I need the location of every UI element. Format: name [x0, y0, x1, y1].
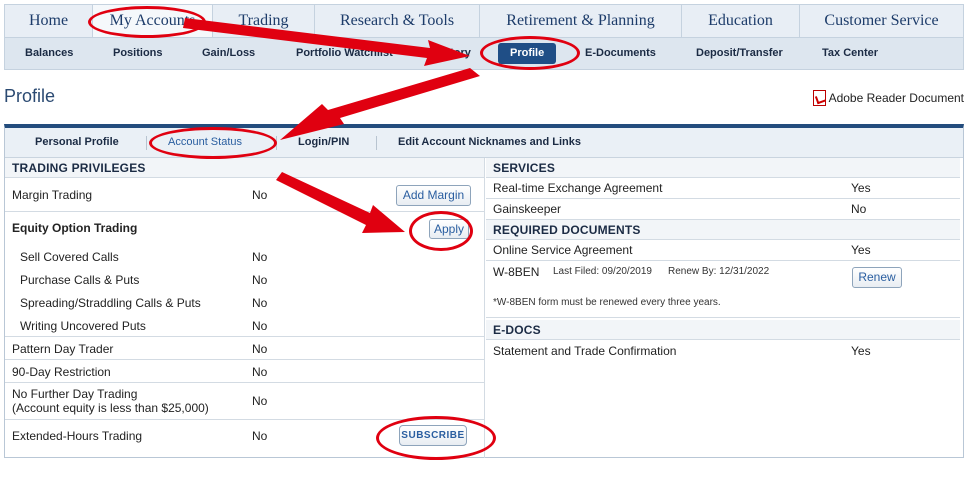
adobe-reader-link[interactable]: Adobe Reader Document [812, 90, 964, 106]
ninety-day-value: No [252, 365, 268, 379]
renew-button[interactable]: Renew [852, 267, 902, 288]
apply-button[interactable]: Apply [429, 219, 469, 239]
ninety-day-label: 90-Day Restriction [12, 365, 111, 379]
section-heading-e-docs: E-DOCS [486, 320, 960, 340]
edocs-value: Yes [851, 344, 871, 358]
row-w8ben: W-8BEN Last Filed: 09/20/2019 Renew By: … [486, 261, 960, 318]
section-heading-trading-privileges: TRADING PRIVILEGES [5, 158, 484, 178]
row-statement-trade-confirmation: Statement and Trade Confirmation Yes [486, 340, 960, 361]
w8ben-note: *W-8BEN form must be renewed every three… [493, 297, 721, 308]
main-nav-home[interactable]: Home [5, 5, 93, 37]
margin-value: No [252, 188, 268, 202]
online-service-value: Yes [851, 243, 871, 257]
row-90-day-restriction: 90-Day Restriction No [5, 360, 484, 383]
row-pattern-day-trader: Pattern Day Trader No [5, 337, 484, 360]
service-label: Real-time Exchange Agreement [493, 181, 663, 195]
main-nav-research-tools[interactable]: Research & Tools [315, 5, 480, 37]
row-equity-option-trading: Equity Option Trading Apply Sell Covered… [5, 212, 484, 337]
sub-nav-history[interactable]: History [433, 38, 471, 69]
add-margin-button[interactable]: Add Margin [396, 185, 471, 206]
tab-divider [276, 136, 277, 150]
no-further-value: No [252, 394, 268, 408]
option-item-label: Writing Uncovered Puts [20, 319, 146, 333]
option-item-value: No [252, 273, 268, 287]
pdf-icon [812, 90, 826, 106]
sub-nav-gain-loss[interactable]: Gain/Loss [202, 38, 255, 69]
profile-panel: Personal Profile Account Status Login/PI… [4, 124, 964, 458]
pattern-day-value: No [252, 342, 268, 356]
main-nav-my-accounts[interactable]: My Accounts [93, 5, 213, 37]
equity-option-label: Equity Option Trading [12, 221, 138, 235]
tab-personal-profile[interactable]: Personal Profile [35, 128, 119, 157]
main-nav-trading[interactable]: Trading [213, 5, 315, 37]
extended-hours-value: No [252, 429, 268, 443]
w8ben-label: W-8BEN [493, 265, 540, 279]
main-nav: Home My Accounts Trading Research & Tool… [4, 4, 964, 37]
profile-tabs: Personal Profile Account Status Login/PI… [5, 128, 963, 158]
sub-nav-deposit-transfer[interactable]: Deposit/Transfer [696, 38, 783, 69]
sub-nav: Balances Positions Gain/Loss Portfolio W… [4, 37, 964, 70]
service-label: Gainskeeper [493, 202, 562, 216]
row-gainskeeper: Gainskeeper No [486, 199, 960, 220]
extended-hours-label: Extended-Hours Trading [12, 429, 143, 443]
pattern-day-label: Pattern Day Trader [12, 342, 114, 356]
option-item-label: Sell Covered Calls [20, 250, 119, 264]
sub-nav-e-documents[interactable]: E-Documents [585, 38, 656, 69]
option-item-value: No [252, 319, 268, 333]
section-heading-services: SERVICES [486, 158, 960, 178]
row-online-service-agreement: Online Service Agreement Yes [486, 240, 960, 261]
tab-account-status[interactable]: Account Status [168, 128, 242, 157]
no-further-label: No Further Day Trading [12, 387, 138, 401]
sub-nav-tax-center[interactable]: Tax Center [822, 38, 878, 69]
row-extended-hours-trading: Extended-Hours Trading No SUBSCRIBE [5, 420, 484, 452]
sub-nav-portfolio-watchlist[interactable]: Portfolio Watchlist [296, 38, 393, 69]
service-value: No [851, 202, 867, 216]
option-item-label: Spreading/Straddling Calls & Puts [20, 296, 201, 310]
option-item-value: No [252, 296, 268, 310]
subscribe-button[interactable]: SUBSCRIBE [399, 425, 467, 446]
right-column: SERVICES Real-time Exchange Agreement Ye… [486, 158, 960, 458]
w8ben-renew-by: Renew By: 12/31/2022 [668, 266, 770, 277]
row-real-time-exchange: Real-time Exchange Agreement Yes [486, 178, 960, 199]
sub-nav-positions[interactable]: Positions [113, 38, 163, 69]
sub-nav-profile[interactable]: Profile [498, 43, 557, 64]
service-value: Yes [851, 181, 871, 195]
w8ben-last-filed: Last Filed: 09/20/2019 [553, 266, 652, 277]
no-further-sublabel: (Account equity is less than $25,000) [12, 401, 209, 415]
option-item-value: No [252, 250, 268, 264]
section-heading-required-documents: REQUIRED DOCUMENTS [486, 220, 960, 240]
trading-privileges-section: TRADING PRIVILEGES Margin Trading No Add… [5, 158, 485, 458]
sub-nav-balances[interactable]: Balances [25, 38, 73, 69]
row-no-further-day-trading: No Further Day Trading (Account equity i… [5, 383, 484, 420]
option-item-label: Purchase Calls & Puts [20, 273, 140, 287]
tab-edit-nicknames[interactable]: Edit Account Nicknames and Links [398, 128, 581, 157]
main-nav-retirement-planning[interactable]: Retirement & Planning [480, 5, 682, 37]
tab-login-pin[interactable]: Login/PIN [298, 128, 349, 157]
row-margin-trading: Margin Trading No Add Margin [5, 178, 484, 212]
tab-divider [146, 136, 147, 150]
edocs-label: Statement and Trade Confirmation [493, 344, 677, 358]
page-title: Profile [4, 86, 56, 106]
main-nav-customer-service[interactable]: Customer Service [800, 5, 963, 37]
main-nav-education[interactable]: Education [682, 5, 800, 37]
margin-label: Margin Trading [12, 188, 93, 202]
online-service-label: Online Service Agreement [493, 243, 633, 257]
adobe-reader-label[interactable]: Adobe Reader Document [829, 91, 964, 105]
tab-divider [376, 136, 377, 150]
